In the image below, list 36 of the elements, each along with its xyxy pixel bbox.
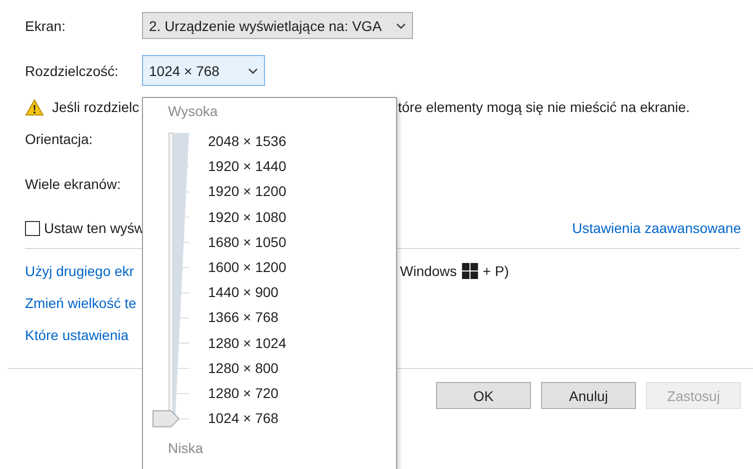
resolution-option[interactable]: 1920 × 1440 xyxy=(204,154,290,180)
warning-text: Jeśli rozdzielc xyxy=(52,99,140,115)
field-label: Rozdzielczość: xyxy=(25,62,120,78)
shortcut-hint: Windows xyxy=(400,263,457,279)
resolution-option[interactable]: 1280 × 1024 xyxy=(204,330,290,356)
checkbox[interactable] xyxy=(25,220,40,236)
link[interactable]: Które ustawienia xyxy=(25,327,129,343)
dialog-button[interactable]: OK xyxy=(436,382,531,409)
display-dropdown[interactable]: 2. Urządzenie wyświetlające na: VGA xyxy=(142,12,413,39)
resolution-option[interactable]: 2048 × 1536 xyxy=(204,129,290,154)
resolution-option[interactable]: 1680 × 1050 xyxy=(204,230,290,255)
link[interactable]: Użyj drugiego ekr xyxy=(25,263,134,279)
windows-logo-icon xyxy=(462,263,478,279)
low-label: Niska xyxy=(167,439,204,458)
chevron-down-icon xyxy=(396,22,406,28)
field-label: Orientacja: xyxy=(25,131,93,147)
resolution-dropdown[interactable]: 1024 × 768 xyxy=(142,55,265,86)
high-label: Wysoka xyxy=(167,102,219,121)
resolution-option[interactable]: 1280 × 800 xyxy=(204,356,282,381)
link[interactable]: Zmień wielkość te xyxy=(25,295,136,311)
warning-text: tóre elementy mogą się nie mieścić na ekranie. xyxy=(398,99,691,115)
resolution-option[interactable]: 1280 × 720 xyxy=(204,380,282,406)
resolution-option[interactable]: 1920 × 1080 xyxy=(204,204,290,230)
resolution-option[interactable]: 1600 × 1200 xyxy=(204,254,290,280)
advanced-settings-link[interactable]: Ustawienia zaawansowane xyxy=(572,220,741,236)
resolution-option[interactable]: 1920 × 1200 xyxy=(204,179,290,205)
field-label: Wiele ekranów: xyxy=(25,176,121,192)
chevron-down-icon xyxy=(248,68,258,74)
resolution-option[interactable]: 1440 × 900 xyxy=(204,280,282,306)
resolution-option[interactable]: 1366 × 768 xyxy=(204,305,282,330)
warning-icon xyxy=(25,98,44,116)
dialog-button[interactable]: Anuluj xyxy=(541,382,636,409)
resolution-option[interactable]: 1024 × 768 xyxy=(204,406,282,432)
field-label: Ekran: xyxy=(25,18,66,34)
shortcut-hint: + P) xyxy=(482,263,509,279)
slider-thumb[interactable] xyxy=(152,410,180,428)
